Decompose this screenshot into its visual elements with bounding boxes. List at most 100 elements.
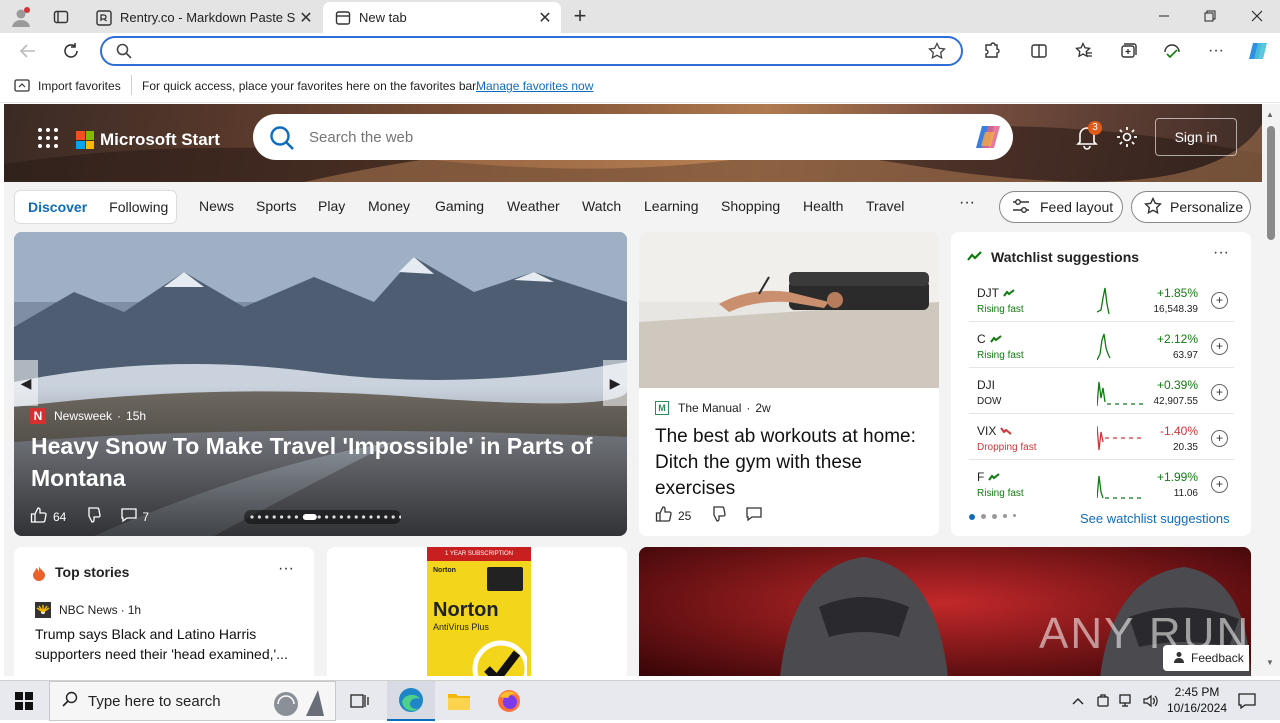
nav-money[interactable]: Money	[368, 198, 410, 214]
pager-dot[interactable]	[992, 514, 997, 519]
like-icon[interactable]	[30, 506, 48, 527]
new-tab-plus-icon[interactable]: +	[568, 3, 592, 28]
hero-title[interactable]: Heavy Snow To Make Travel 'Impossible' i…	[31, 430, 611, 494]
hero-article-card[interactable]: ◀ ▶ N Newsweek · 15h Heavy Snow To Make …	[14, 232, 627, 536]
close-window-icon[interactable]	[1234, 0, 1280, 32]
windows-start-icon[interactable]	[0, 681, 48, 721]
web-search-input[interactable]	[309, 126, 949, 148]
notification-center-icon[interactable]	[1234, 681, 1260, 721]
sign-in-button[interactable]: Sign in	[1155, 118, 1237, 156]
nav-sports[interactable]: Sports	[256, 198, 296, 214]
favorites-icon[interactable]	[1068, 35, 1100, 67]
stock-row[interactable]: VIX Dropping fast -1.40% 20.35 +	[969, 418, 1234, 460]
pager-dot-active[interactable]	[969, 514, 975, 520]
pager-dot[interactable]	[981, 514, 986, 519]
copilot-icon[interactable]	[1242, 35, 1274, 67]
split-screen-icon[interactable]	[1023, 35, 1055, 67]
scroll-up-icon[interactable]: ▲	[1266, 110, 1274, 119]
carousel-dot[interactable]	[362, 515, 366, 519]
nav-shopping[interactable]: Shopping	[721, 198, 780, 214]
carousel-dot[interactable]	[354, 515, 358, 519]
dislike-icon[interactable]	[84, 506, 102, 527]
extensions-icon[interactable]	[975, 35, 1007, 67]
nav-more-icon[interactable]: ···	[959, 194, 975, 212]
carousel-dot[interactable]	[339, 515, 343, 519]
microsoft-start-logo[interactable]: Microsoft Start	[76, 128, 220, 152]
carousel-dot[interactable]	[250, 515, 254, 519]
stock-row[interactable]: F Rising fast +1.99% 11.06 +	[969, 464, 1234, 506]
import-favorites-button[interactable]: Import favorites	[38, 79, 121, 93]
nav-weather[interactable]: Weather	[507, 198, 560, 214]
volume-icon[interactable]	[1139, 681, 1163, 721]
settings-more-icon[interactable]: ···	[1200, 35, 1232, 67]
nav-travel[interactable]: Travel	[866, 198, 904, 214]
add-to-watchlist-icon[interactable]: +	[1211, 430, 1228, 447]
address-input[interactable]	[136, 41, 916, 61]
comment-icon[interactable]	[745, 505, 763, 526]
add-to-watchlist-icon[interactable]: +	[1211, 384, 1228, 401]
tab-discover[interactable]: Discover	[28, 199, 87, 215]
carousel-next-icon[interactable]: ▶	[603, 360, 627, 406]
taskbar-clock[interactable]: 2:45 PM 10/16/2024	[1164, 684, 1230, 716]
top-story-headline[interactable]: Trump says Black and Latino Harris suppo…	[35, 624, 299, 664]
minimize-icon[interactable]	[1141, 0, 1187, 32]
pager-dot[interactable]	[1013, 514, 1016, 517]
close-tab-icon[interactable]: ✕	[535, 8, 555, 28]
tab-following[interactable]: Following	[109, 199, 168, 215]
refresh-icon[interactable]	[55, 35, 87, 67]
stock-row[interactable]: DJI DOW +0.39% 42,907.55 +	[969, 372, 1234, 414]
favorite-star-icon[interactable]	[928, 41, 946, 65]
manage-favorites-link[interactable]: Manage favorites now	[476, 79, 593, 93]
browser-essentials-icon[interactable]	[1156, 35, 1188, 67]
scroll-down-icon[interactable]: ▼	[1266, 658, 1274, 667]
carousel-dot[interactable]	[384, 515, 388, 519]
profile-icon[interactable]	[10, 6, 32, 28]
security-tray-icon[interactable]	[1091, 681, 1115, 721]
tab-rentry[interactable]: Rentry.co - Markdown Paste Serv ✕	[84, 2, 322, 33]
side-article-card[interactable]: M The Manual · 2w The best ab workouts a…	[639, 232, 939, 536]
add-to-watchlist-icon[interactable]: +	[1211, 338, 1228, 355]
carousel-dot[interactable]	[294, 515, 298, 519]
carousel-prev-icon[interactable]: ◀	[14, 360, 38, 406]
back-icon[interactable]	[12, 35, 44, 67]
feed-layout-button[interactable]: Feed layout	[999, 191, 1123, 223]
watchlist-more-icon[interactable]: ···	[1213, 244, 1229, 262]
address-bar[interactable]	[100, 36, 963, 66]
copilot-icon[interactable]	[973, 122, 1003, 157]
norton-ad-card[interactable]: 1 YEAR SUBSCRIPTION Norton Norton AntiVi…	[327, 547, 627, 676]
stock-row[interactable]: C Rising fast +2.12% 63.97 +	[969, 326, 1234, 368]
side-title[interactable]: The best ab workouts at home: Ditch the …	[655, 424, 925, 502]
show-hidden-icons[interactable]	[1066, 681, 1090, 721]
add-to-watchlist-icon[interactable]: +	[1211, 292, 1228, 309]
carousel-dot[interactable]	[317, 515, 321, 519]
nav-learning[interactable]: Learning	[644, 198, 699, 214]
scroll-thumb[interactable]	[1267, 126, 1275, 240]
nav-health[interactable]: Health	[803, 198, 843, 214]
taskbar-search-box[interactable]: Type here to search	[49, 681, 336, 721]
nav-play[interactable]: Play	[318, 198, 345, 214]
carousel-dot[interactable]	[272, 515, 276, 519]
carousel-dot[interactable]	[391, 515, 395, 519]
add-to-watchlist-icon[interactable]: +	[1211, 476, 1228, 493]
edge-taskbar-icon[interactable]	[387, 681, 435, 721]
stock-row[interactable]: DJT Rising fast +1.85% 16,548.39 +	[969, 280, 1234, 322]
tab-new-tab[interactable]: New tab ✕	[323, 2, 561, 33]
carousel-dot[interactable]	[369, 515, 373, 519]
firefox-icon[interactable]	[485, 681, 533, 721]
notifications-bell-icon[interactable]: 3	[1074, 121, 1102, 150]
carousel-dot[interactable]	[347, 515, 351, 519]
carousel-dot[interactable]	[376, 515, 380, 519]
network-icon[interactable]	[1115, 681, 1139, 721]
promo-image-card[interactable]: ANY RUN Feedback	[639, 547, 1251, 676]
collections-icon[interactable]	[1112, 35, 1144, 67]
carousel-dot[interactable]	[325, 515, 329, 519]
nav-watch[interactable]: Watch	[582, 198, 621, 214]
carousel-dot[interactable]	[399, 515, 403, 519]
tab-actions-icon[interactable]	[50, 6, 72, 28]
task-view-icon[interactable]	[336, 681, 384, 721]
watchlist-pager[interactable]	[969, 514, 1016, 520]
import-favorites-icon[interactable]	[14, 79, 30, 96]
file-explorer-icon[interactable]	[435, 681, 483, 721]
carousel-dot[interactable]	[257, 515, 261, 519]
top-stories-more-icon[interactable]: ···	[278, 560, 294, 578]
